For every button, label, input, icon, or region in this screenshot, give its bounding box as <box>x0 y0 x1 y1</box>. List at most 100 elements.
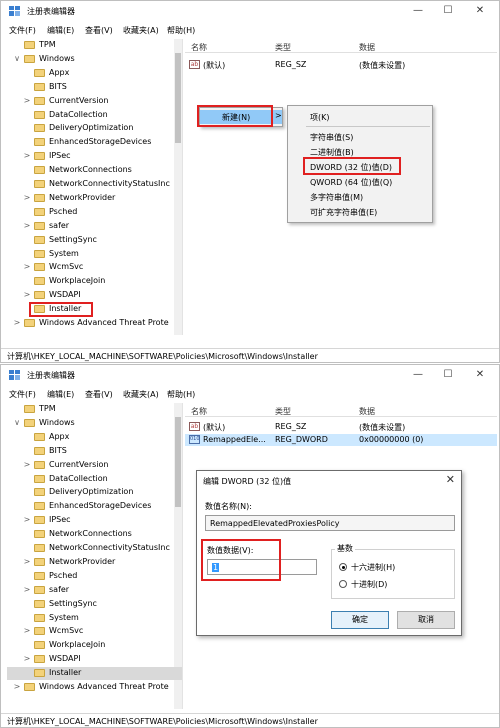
column-name[interactable]: 名称 <box>191 42 207 53</box>
tree-item[interactable]: NetworkConnectivityStatusInc <box>7 178 182 191</box>
tree-expander-icon[interactable]: > <box>23 96 31 105</box>
tree-item[interactable]: TPM <box>7 39 182 52</box>
tree-item[interactable]: > Windows Advanced Threat Prote <box>7 317 182 330</box>
menu-favorites[interactable]: 收藏夹(A) <box>123 389 159 400</box>
tree-item[interactable]: DeliveryOptimization <box>7 122 182 135</box>
submenu-key[interactable]: 项(K) <box>288 110 432 124</box>
tree-item[interactable]: > NetworkProvider <box>7 192 182 205</box>
tree-item[interactable]: Appx <box>7 431 182 444</box>
tree-item-label: Psched <box>49 570 78 580</box>
tree-item[interactable]: > CurrentVersion <box>7 459 182 472</box>
tree-item[interactable]: Installer <box>7 667 182 681</box>
tree-expander-icon[interactable]: > <box>23 460 31 469</box>
submenu-multistring[interactable]: 多字符串值(M) <box>288 190 432 204</box>
menu-file[interactable]: 文件(F) <box>9 389 36 400</box>
tree-expander-icon[interactable]: > <box>23 626 31 635</box>
menu-file[interactable]: 文件(F) <box>9 25 36 36</box>
cancel-button[interactable]: 取消 <box>397 611 455 629</box>
tree-item[interactable]: > NetworkProvider <box>7 556 182 569</box>
tree-expander-icon[interactable]: > <box>13 318 21 327</box>
tree-item[interactable]: DataCollection <box>7 109 182 122</box>
tree-item[interactable]: EnhancedStorageDevices <box>7 136 182 149</box>
tree-expander-icon[interactable]: > <box>23 262 31 271</box>
value-row[interactable]: ab (默认) REG_SZ (数值未设置) <box>185 59 497 71</box>
tree-item[interactable]: SettingSync <box>7 234 182 247</box>
minimize-button[interactable]: — <box>407 5 429 19</box>
tree-item[interactable]: Psched <box>7 570 182 583</box>
tree-item-label: WcmSvc <box>49 626 84 636</box>
tree-item[interactable]: Psched <box>7 206 182 219</box>
tree-item[interactable]: > Windows Advanced Threat Prote <box>7 681 182 694</box>
tree-expander-icon[interactable]: > <box>23 193 31 202</box>
tree-item[interactable]: > WSDAPI <box>7 653 182 666</box>
tree-item[interactable]: > WcmSvc <box>7 625 182 638</box>
tree-expander-icon[interactable]: > <box>23 557 31 566</box>
tree-item[interactable]: System <box>7 248 182 261</box>
tree-item[interactable]: BITS <box>7 81 182 94</box>
tree-item[interactable]: System <box>7 612 182 625</box>
dialog-close-button[interactable]: ✕ <box>446 473 455 486</box>
tree-expander-icon[interactable]: > <box>23 585 31 594</box>
maximize-button[interactable]: ☐ <box>437 5 459 19</box>
minimize-button[interactable]: — <box>407 369 429 383</box>
tree-item-label: Windows <box>39 417 75 427</box>
tree-item[interactable]: SettingSync <box>7 598 182 611</box>
column-data[interactable]: 数据 <box>359 42 375 53</box>
value-name-field[interactable]: RemappedElevatedProxiesPolicy <box>205 515 455 531</box>
tree-item[interactable]: > safer <box>7 220 182 233</box>
tree-item[interactable]: WorkplaceJoin <box>7 639 182 652</box>
tree-expander-icon[interactable]: > <box>23 290 31 299</box>
menu-help[interactable]: 帮助(H) <box>167 389 195 400</box>
tree-expander-icon[interactable]: ∨ <box>13 54 21 63</box>
submenu-qword[interactable]: QWORD (64 位)值(Q) <box>288 175 432 189</box>
tree-item[interactable]: DataCollection <box>7 473 182 486</box>
close-button[interactable]: ✕ <box>469 5 491 19</box>
menu-favorites[interactable]: 收藏夹(A) <box>123 25 159 36</box>
tree-item[interactable]: > safer <box>7 584 182 597</box>
value-row[interactable]: ab (默认) REG_SZ (数值未设置) <box>185 421 497 433</box>
tree-item[interactable]: WorkplaceJoin <box>7 275 182 288</box>
ok-button[interactable]: 确定 <box>331 611 389 629</box>
tree-item[interactable]: > WcmSvc <box>7 261 182 274</box>
dec-radio[interactable] <box>339 580 347 588</box>
list-header: 名称 类型 数据 <box>185 403 497 417</box>
tree-item[interactable]: NetworkConnectivityStatusInc <box>7 542 182 555</box>
folder-icon <box>34 516 45 525</box>
tree-expander-icon[interactable]: > <box>23 151 31 160</box>
menu-help[interactable]: 帮助(H) <box>167 25 195 36</box>
submenu-string[interactable]: 字符串值(S) <box>288 130 432 144</box>
tree-item[interactable]: > CurrentVersion <box>7 95 182 108</box>
menu-edit[interactable]: 编辑(E) <box>47 25 74 36</box>
menu-view[interactable]: 查看(V) <box>85 25 113 36</box>
tree-expander-icon[interactable]: > <box>23 221 31 230</box>
column-name[interactable]: 名称 <box>191 406 207 417</box>
close-button[interactable]: ✕ <box>469 369 491 383</box>
tree-item[interactable]: EnhancedStorageDevices <box>7 500 182 513</box>
tree-item[interactable]: BITS <box>7 445 182 458</box>
submenu-expandstring[interactable]: 可扩充字符串值(E) <box>288 205 432 219</box>
column-type[interactable]: 类型 <box>275 406 291 417</box>
tree-item[interactable]: > IPSec <box>7 514 182 527</box>
tree-item[interactable]: ∨ Windows <box>7 417 182 430</box>
tree-expander-icon[interactable]: > <box>23 515 31 524</box>
tree-expander-icon[interactable]: > <box>23 654 31 663</box>
column-data[interactable]: 数据 <box>359 406 375 417</box>
tree-item[interactable]: DeliveryOptimization <box>7 486 182 499</box>
tree-item-label: Installer <box>49 668 82 678</box>
tree-item[interactable]: > WSDAPI <box>7 289 182 302</box>
menu-edit[interactable]: 编辑(E) <box>47 389 74 400</box>
tree-item[interactable]: ∨ Windows <box>7 53 182 66</box>
menu-view[interactable]: 查看(V) <box>85 389 113 400</box>
value-name: (默认) <box>203 423 226 432</box>
tree-item[interactable]: Appx <box>7 67 182 80</box>
tree-item[interactable]: NetworkConnections <box>7 528 182 541</box>
maximize-button[interactable]: ☐ <box>437 369 459 383</box>
tree-item[interactable]: NetworkConnections <box>7 164 182 177</box>
tree-expander-icon[interactable]: > <box>13 682 21 691</box>
tree-item[interactable]: TPM <box>7 403 182 416</box>
tree-expander-icon[interactable]: ∨ <box>13 418 21 427</box>
column-type[interactable]: 类型 <box>275 42 291 53</box>
value-row-selected[interactable]: 010 RemappedEle... REG_DWORD 0x00000000 … <box>185 434 497 446</box>
tree-item[interactable]: > IPSec <box>7 150 182 163</box>
hex-radio[interactable] <box>339 563 347 571</box>
